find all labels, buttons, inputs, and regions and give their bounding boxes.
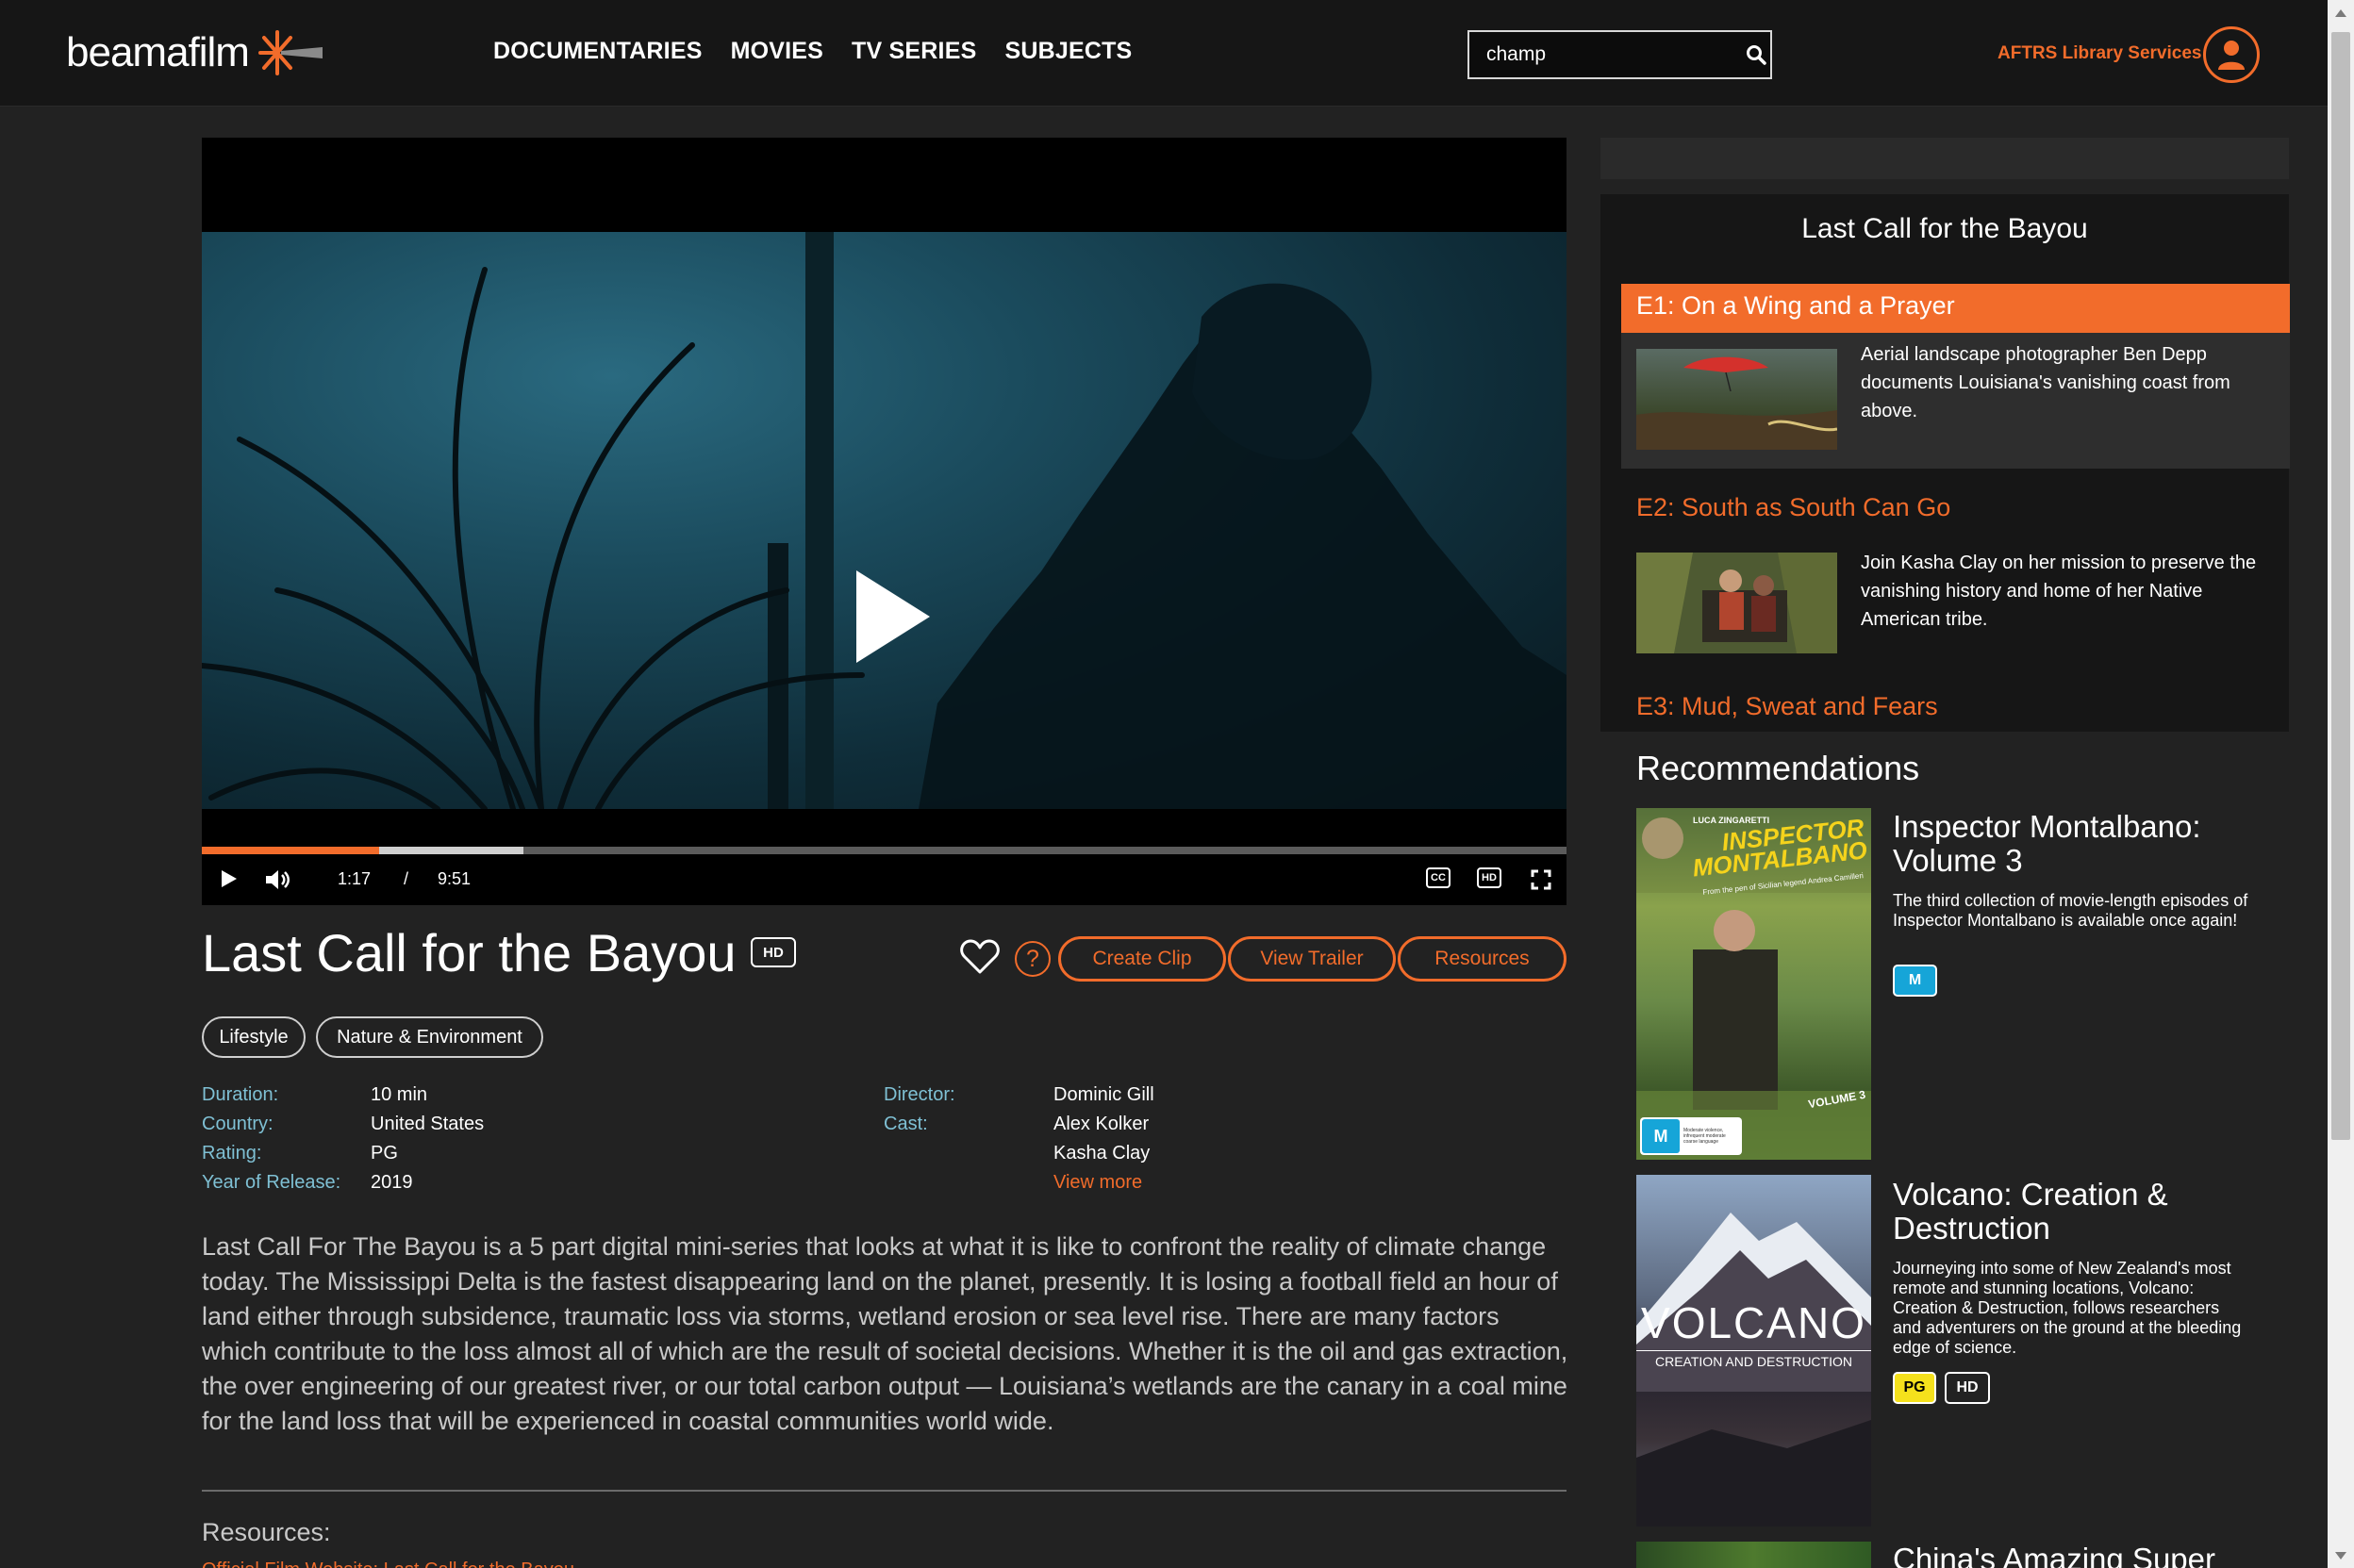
episode-title[interactable]: E3: Mud, Sweat and Fears bbox=[1636, 692, 1938, 721]
episode-thumbnail[interactable] bbox=[1636, 349, 1837, 450]
account-name-link[interactable]: AFTRS Library Services bbox=[1998, 43, 2201, 64]
recommendations-heading: Recommendations bbox=[1636, 749, 1920, 787]
director-label: Director: bbox=[884, 1084, 955, 1105]
meta-values-right: Dominic Gill Alex Kolker Kasha Clay View… bbox=[1053, 1081, 1154, 1197]
episode-item-active[interactable]: E1: On a Wing and a Prayer Aerial landsc… bbox=[1621, 284, 2290, 469]
cast-member: Kasha Clay bbox=[1053, 1143, 1151, 1164]
film-title: Last Call for the Bayou bbox=[202, 923, 737, 982]
director-value: Dominic Gill bbox=[1053, 1084, 1154, 1105]
page-scrollbar[interactable] bbox=[2328, 0, 2354, 1568]
played-bar bbox=[202, 847, 380, 854]
account-avatar-button[interactable] bbox=[2203, 26, 2260, 83]
recommendation-title[interactable]: Inspector Montalbano: Volume 3 bbox=[1893, 810, 2270, 878]
search-input[interactable] bbox=[1469, 32, 1742, 77]
recommendation-poster[interactable]: VOLCANO CREATION AND DESTRUCTION bbox=[1636, 1175, 1871, 1527]
search-button[interactable] bbox=[1742, 32, 1770, 77]
help-button[interactable]: ? bbox=[1015, 941, 1051, 977]
play-overlay-button[interactable] bbox=[856, 570, 930, 663]
scroll-up-arrow-icon[interactable] bbox=[2335, 9, 2346, 17]
recommendation-description: Journeying into some of New Zealand's mo… bbox=[1893, 1259, 2242, 1357]
episode-title[interactable]: E1: On a Wing and a Prayer bbox=[1636, 291, 1955, 321]
episode-title[interactable]: E2: South as South Can Go bbox=[1636, 493, 1950, 522]
recommendation-poster[interactable]: LUCA ZINGARETTI INSPECTOR MONTALBANO Fro… bbox=[1636, 808, 1871, 1160]
rating-label: Rating: bbox=[202, 1143, 262, 1164]
create-clip-button[interactable]: Create Clip bbox=[1058, 936, 1226, 982]
cast-member: Alex Kolker bbox=[1053, 1114, 1150, 1134]
tag-nature-environment[interactable]: Nature & Environment bbox=[316, 1016, 543, 1058]
sidebar-top-strip bbox=[1600, 138, 2289, 179]
video-player[interactable]: 1:17 / 9:51 CC HD bbox=[202, 138, 1567, 905]
year-label: Year of Release: bbox=[202, 1172, 341, 1193]
rating-badge-hd: HD bbox=[1945, 1372, 1990, 1404]
logo-text: beamafilm bbox=[66, 29, 250, 75]
current-time: 1:17 bbox=[338, 869, 372, 888]
episode-series-title: Last Call for the Bayou bbox=[1801, 213, 2088, 244]
scroll-down-arrow-icon[interactable] bbox=[2335, 1552, 2346, 1560]
user-icon bbox=[2218, 41, 2245, 70]
nav-subjects[interactable]: SUBJECTS bbox=[1004, 38, 1132, 65]
nav-tv-series[interactable]: TV SERIES bbox=[852, 38, 976, 65]
episode-thumbnail[interactable] bbox=[1636, 553, 1837, 653]
seek-bar[interactable] bbox=[202, 847, 1567, 854]
poster-rating-box: M Moderate violence, infrequent moderate… bbox=[1640, 1117, 1742, 1155]
poster-rating-note: Moderate violence, infrequent moderate c… bbox=[1683, 1128, 1726, 1145]
recommendation-title[interactable]: Volcano: Creation & Destruction bbox=[1893, 1178, 2270, 1246]
time-separator: / bbox=[404, 869, 409, 888]
main-nav: DOCUMENTARIES MOVIES TV SERIES SUBJECTS bbox=[493, 38, 1132, 65]
closed-captions-button[interactable]: CC bbox=[1426, 867, 1451, 888]
volume-icon[interactable] bbox=[264, 868, 292, 891]
hd-quality-button[interactable]: HD bbox=[1477, 867, 1501, 888]
rating-value: PG bbox=[371, 1143, 398, 1164]
section-divider bbox=[202, 1490, 1567, 1492]
film-description: Last Call For The Bayou is a 5 part digi… bbox=[202, 1232, 1568, 1435]
cast-label: Cast: bbox=[884, 1114, 928, 1134]
hd-badge: HD bbox=[751, 937, 796, 967]
play-icon[interactable] bbox=[220, 868, 239, 889]
fullscreen-icon[interactable] bbox=[1531, 869, 1551, 890]
recommendation-description: The third collection of movie-length epi… bbox=[1893, 891, 2248, 930]
beamafilm-logo[interactable]: beamafilm bbox=[66, 26, 324, 79]
nav-documentaries[interactable]: DOCUMENTARIES bbox=[493, 38, 703, 65]
logo-burst-icon bbox=[257, 30, 323, 75]
meta-labels-right: Director: Cast: bbox=[884, 1081, 955, 1139]
poster-rating-m: M bbox=[1642, 1119, 1680, 1153]
episode-description: Join Kasha Clay on her mission to preser… bbox=[1861, 553, 2257, 630]
meta-labels-left: Duration: Country: Rating: Year of Relea… bbox=[202, 1081, 340, 1197]
country-value: United States bbox=[371, 1114, 485, 1134]
meta-values-left: 10 min United States PG 2019 bbox=[371, 1081, 484, 1197]
video-frame[interactable] bbox=[202, 232, 1567, 809]
search-box bbox=[1467, 30, 1772, 79]
country-label: Country: bbox=[202, 1114, 274, 1134]
view-trailer-button[interactable]: View Trailer bbox=[1228, 936, 1396, 982]
tag-lifestyle[interactable]: Lifestyle bbox=[202, 1016, 306, 1058]
favourite-heart-icon[interactable] bbox=[960, 939, 1000, 975]
episode-list-panel: Last Call for the Bayou E1: On a Wing an… bbox=[1600, 194, 2290, 732]
player-controls: 1:17 / 9:51 CC HD bbox=[202, 854, 1567, 905]
scroll-thumb[interactable] bbox=[2331, 32, 2350, 1140]
resources-link[interactable]: Official Film Website: Last Call for the… bbox=[202, 1560, 574, 1568]
year-value: 2019 bbox=[371, 1172, 413, 1193]
search-icon bbox=[1747, 45, 1766, 65]
duration-value: 10 min bbox=[371, 1084, 428, 1105]
duration-label: Duration: bbox=[202, 1084, 279, 1105]
poster-subtitle: CREATION AND DESTRUCTION bbox=[1636, 1350, 1871, 1369]
episode-description: Aerial landscape photographer Ben Depp d… bbox=[1861, 344, 2230, 421]
view-more-link[interactable]: View more bbox=[1053, 1168, 1154, 1197]
recommendation-title[interactable]: China's Amazing Super bbox=[1893, 1543, 2270, 1568]
rating-badge-pg: PG bbox=[1893, 1372, 1936, 1404]
resources-button[interactable]: Resources bbox=[1398, 936, 1567, 982]
total-duration: 9:51 bbox=[438, 869, 472, 888]
resources-heading: Resources: bbox=[202, 1518, 331, 1546]
video-still bbox=[202, 232, 1567, 809]
top-navigation-bar: beamafilm DOCUMENTARIES MOVIES TV SERIES… bbox=[0, 0, 2354, 107]
poster-title: VOLCANO bbox=[1641, 1298, 1866, 1347]
recommendation-poster[interactable] bbox=[1636, 1542, 1871, 1568]
rating-badge-m: M bbox=[1893, 965, 1937, 997]
nav-movies[interactable]: MOVIES bbox=[731, 38, 823, 65]
